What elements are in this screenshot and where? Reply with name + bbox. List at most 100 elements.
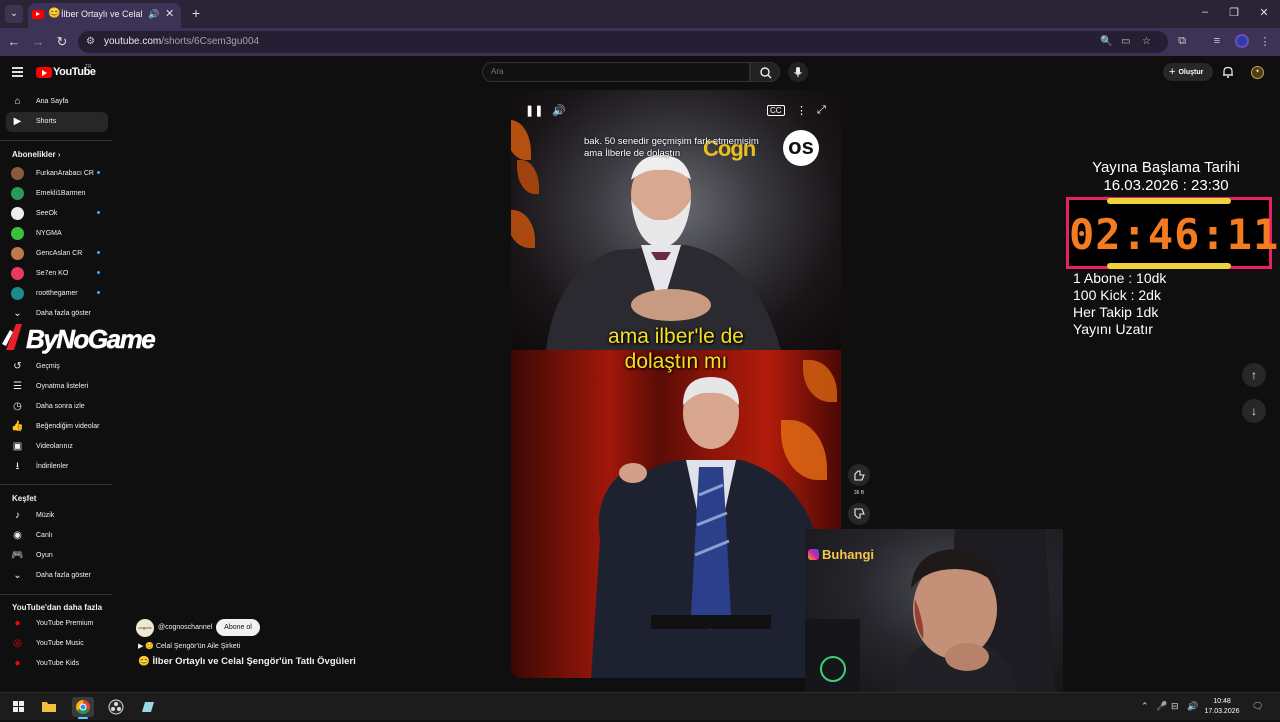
sidebar-item-label: Daha fazla göster: [36, 572, 91, 579]
reload-icon[interactable]: ↻: [54, 34, 70, 50]
like-button[interactable]: [848, 464, 870, 486]
channel-name[interactable]: @cognoschannel: [158, 624, 212, 631]
sidebar-item-youtube-music[interactable]: ◎ YouTube Music: [6, 634, 108, 654]
media-controls-icon[interactable]: ≡: [1209, 35, 1225, 47]
browser-tab-active[interactable]: 😊 İlber Ortaylı ve Celal Şengör'ün Tatlı…: [28, 3, 181, 28]
subscriptions-heading[interactable]: Abonelikler ›: [12, 150, 60, 159]
sidebar-item-label: NYGMA: [36, 230, 62, 237]
sidebar-item-history[interactable]: ↺ Geçmiş: [6, 357, 108, 377]
file-explorer-button[interactable]: [38, 697, 60, 717]
sidebar-subscription-item[interactable]: rootthegamer: [6, 284, 108, 304]
sidebar-item-liked-videos[interactable]: 👍 Beğendiğim videolar: [6, 417, 108, 437]
zoom-icon[interactable]: 🔍: [1100, 36, 1112, 47]
obs-taskbar-button[interactable]: [105, 697, 127, 717]
close-window-icon[interactable]: ✕: [1255, 6, 1273, 19]
hamburger-menu-icon[interactable]: [12, 67, 23, 79]
site-info-icon[interactable]: ⚙: [86, 36, 95, 47]
profile-avatar[interactable]: [1235, 34, 1249, 48]
sidebar-subscription-item[interactable]: GencAslan CR: [6, 244, 108, 264]
tab-emoji: 😊: [48, 8, 61, 19]
close-tab-icon[interactable]: ✕: [165, 7, 174, 20]
brand-watermark-circle: os: [783, 130, 819, 166]
sidebar-item-label: SeeOk: [36, 210, 58, 217]
subscribe-button[interactable]: Abone ol: [216, 619, 260, 636]
sidebar-item-youtube-premium[interactable]: ● YouTube Premium: [6, 614, 108, 634]
minimize-icon[interactable]: –: [1196, 6, 1214, 18]
sidebar-item-label: Beğendiğim videolar: [36, 423, 100, 430]
sidebar-item-music[interactable]: ♪ Müzik: [6, 506, 108, 526]
bookmark-star-icon[interactable]: ☆: [1142, 36, 1151, 47]
start-button[interactable]: [8, 697, 30, 717]
fullscreen-icon[interactable]: ⤢: [817, 104, 826, 117]
microphone-tray-icon[interactable]: 🎤: [1156, 701, 1167, 712]
pause-icon[interactable]: ❚❚: [525, 104, 543, 117]
sidebar-item-watch-later[interactable]: ◷ Daha sonra izle: [6, 397, 108, 417]
search-button[interactable]: [750, 62, 780, 82]
show-hidden-icons-icon[interactable]: ⌃: [1141, 701, 1149, 712]
channel-avatar: [11, 267, 24, 280]
new-content-dot: [97, 291, 100, 294]
network-icon[interactable]: ⊟: [1171, 701, 1179, 712]
browser-menu-icon[interactable]: ⋮: [1257, 35, 1273, 48]
cast-icon[interactable]: ▭: [1121, 36, 1130, 47]
streamer-webcam: Buhangi: [805, 529, 1063, 692]
sidebar-item-your-videos[interactable]: ▣ Videolarınız: [6, 437, 108, 457]
channel-avatar[interactable]: cognos: [136, 619, 154, 637]
speaker-icon[interactable]: 🔊: [148, 9, 159, 20]
previous-short-button[interactable]: ↑: [1242, 363, 1266, 387]
captions-icon[interactable]: CC: [767, 105, 785, 116]
sidebar-item-home[interactable]: ⌂ Ana Sayfa: [6, 92, 108, 112]
volume-icon[interactable]: 🔊: [552, 104, 566, 117]
voice-search-button[interactable]: [788, 62, 808, 82]
downloads-icon: ⭳: [15, 461, 20, 472]
forward-icon[interactable]: →: [30, 34, 46, 50]
new-tab-button[interactable]: +: [188, 5, 204, 21]
sidebar-item-playlists[interactable]: ☰ Oynatma listeleri: [6, 377, 108, 397]
search-input[interactable]: Ara: [482, 62, 750, 82]
back-icon[interactable]: ←: [6, 34, 22, 50]
new-content-dot: [97, 171, 100, 174]
system-clock[interactable]: 10:48 17.03.2026: [1202, 697, 1242, 717]
sidebar-item-youtube-kids[interactable]: ● YouTube Kids: [6, 654, 108, 674]
sidebar-item-label: Daha fazla göster: [36, 310, 91, 317]
account-avatar[interactable]: ✦: [1251, 66, 1264, 79]
playlist-link[interactable]: ▶ 😊 Celal Şengör'ün Aile Şirketi: [138, 642, 240, 650]
shorts-video-player[interactable]: ❚❚ 🔊 CC ⋮ ⤢ Cogn os bak. 50 senedir geçm…: [511, 90, 841, 678]
more-options-icon[interactable]: ⋮: [796, 104, 807, 117]
sidebar-show-more-explore[interactable]: ⌄ Daha fazla göster: [6, 566, 108, 586]
dislike-button[interactable]: [848, 503, 870, 525]
volume-tray-icon[interactable]: 🔊: [1187, 701, 1198, 712]
bynogame-logo-text: ByNoGame: [26, 324, 156, 355]
clock-date: 17.03.2026: [1204, 708, 1240, 715]
notification-center-icon[interactable]: 🗨: [1252, 701, 1263, 712]
sidebar-subscription-item[interactable]: SeeOk: [6, 204, 108, 224]
sidebar-item-gaming[interactable]: 🎮 Oyun: [6, 546, 108, 566]
app-taskbar-button[interactable]: [137, 697, 159, 717]
tab-search-chevron-icon[interactable]: ⌄: [5, 5, 23, 23]
restore-icon[interactable]: ❐: [1225, 6, 1243, 19]
stream-start-label: Yayına Başlama Tarihi: [1092, 159, 1240, 176]
sidebar-item-downloads[interactable]: ⭳ İndirilenler: [6, 457, 108, 477]
url-domain: youtube.com: [104, 36, 162, 47]
youtube-logo-icon[interactable]: [36, 67, 52, 78]
sidebar-item-label: Emekli1Barmen: [36, 190, 86, 197]
new-content-dot: [97, 251, 100, 254]
country-code: TR: [85, 64, 92, 70]
home-icon: ⌂: [14, 96, 21, 107]
sidebar-item-live[interactable]: ◉ Canlı: [6, 526, 108, 546]
video-caption: ama ilber'le de dolaştın mı: [608, 325, 744, 373]
address-bar[interactable]: ⚙ youtube.com/shorts/6Csem3gu004 🔍 ▭ ☆: [78, 31, 1168, 53]
next-short-button[interactable]: ↓: [1242, 399, 1266, 423]
microphone-icon: [794, 67, 802, 77]
chrome-taskbar-button[interactable]: [72, 697, 94, 719]
sidebar-subscription-item[interactable]: NYGMA: [6, 224, 108, 244]
sidebar-show-more-subscriptions[interactable]: ⌄ Daha fazla göster: [6, 304, 108, 324]
sidebar-subscription-item[interactable]: Se7en KO: [6, 264, 108, 284]
sidebar-item-shorts[interactable]: ▶ Shorts: [6, 112, 108, 132]
create-button[interactable]: + Oluştur: [1163, 63, 1213, 81]
notifications-bell-icon[interactable]: [1221, 65, 1235, 79]
channel-avatar: [11, 207, 24, 220]
sidebar-subscription-item[interactable]: Emekli1Barmen: [6, 184, 108, 204]
sidebar-subscription-item[interactable]: FurkanArabacı CR: [6, 164, 108, 184]
extensions-icon[interactable]: ⧉: [1174, 35, 1190, 48]
